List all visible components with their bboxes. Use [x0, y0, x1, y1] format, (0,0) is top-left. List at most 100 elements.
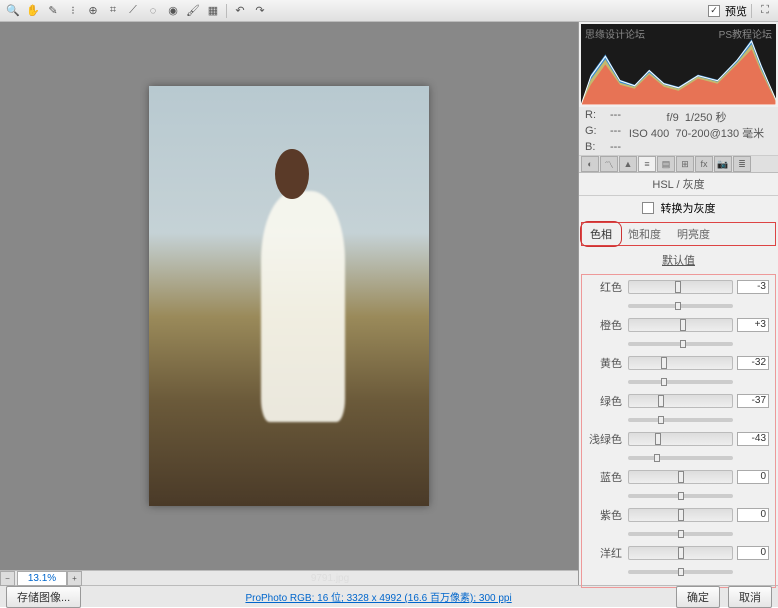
panel-title: HSL / 灰度	[579, 173, 778, 196]
slider-thumb[interactable]	[678, 509, 684, 521]
tab-luminance[interactable]: 明亮度	[669, 223, 718, 245]
slider-group: 红色 -3橙色 +3黄色 -32绿色 -37浅绿色 -43蓝色 0紫色 0洋红 …	[581, 274, 776, 588]
slider-handle[interactable]	[678, 492, 684, 500]
redeye-icon[interactable]: ◉	[164, 2, 182, 20]
slider-rail[interactable]	[628, 418, 733, 422]
slider-handle[interactable]	[678, 568, 684, 576]
slider-track[interactable]	[628, 394, 733, 408]
canvas-footer: − 13.1% + 9791.jpg	[0, 570, 578, 585]
slider-rail[interactable]	[628, 532, 733, 536]
tab-camera-icon[interactable]: 📷	[714, 156, 732, 172]
tab-hsl-icon[interactable]: ≡	[638, 156, 656, 172]
separator	[226, 4, 227, 18]
slider-thumb[interactable]	[661, 357, 667, 369]
slider-track[interactable]	[628, 508, 733, 522]
slider-value[interactable]: 0	[737, 546, 769, 560]
slider-handle[interactable]	[661, 378, 667, 386]
slider-handle[interactable]	[654, 454, 660, 462]
crop-icon[interactable]: ⌗	[104, 2, 122, 20]
spot-icon[interactable]: ◌	[144, 2, 162, 20]
done-button[interactable]: 确定	[676, 586, 720, 608]
slider-thumb[interactable]	[655, 433, 661, 445]
sampler-icon[interactable]: ⁝	[64, 2, 82, 20]
footer-bar: 存储图像... ProPhoto RGB; 16 位; 3328 x 4992 …	[0, 585, 778, 607]
tab-basic-icon[interactable]: ◐	[581, 156, 599, 172]
separator	[751, 4, 752, 18]
brush-icon[interactable]: 🖌	[184, 2, 202, 20]
tab-lens-icon[interactable]: ⊞	[676, 156, 694, 172]
slider-rail[interactable]	[628, 456, 733, 460]
slider-value[interactable]: -32	[737, 356, 769, 370]
preview-checkbox[interactable]: ✓	[708, 5, 720, 17]
rotate-ccw-icon[interactable]: ↶	[231, 2, 249, 20]
rotate-cw-icon[interactable]: ↷	[251, 2, 269, 20]
zoom-icon[interactable]: 🔍	[4, 2, 22, 20]
watermark: PS教程论坛	[719, 26, 772, 41]
slider-track[interactable]	[628, 470, 733, 484]
tab-detail-icon[interactable]: ▲	[619, 156, 637, 172]
cancel-button[interactable]: 取消	[728, 586, 772, 608]
slider-value[interactable]: 0	[737, 470, 769, 484]
hand-icon[interactable]: ✋	[24, 2, 42, 20]
exif-info: R:---f/9 1/250 秒 G:---ISO 400 70-200@130…	[579, 107, 778, 156]
slider-rail[interactable]	[628, 342, 733, 346]
slider-label: 蓝色	[588, 469, 628, 485]
slider-handle[interactable]	[658, 416, 664, 424]
tab-fx-icon[interactable]: fx	[695, 156, 713, 172]
tab-curve-icon[interactable]: 〽	[600, 156, 618, 172]
slider-label: 洋红	[588, 545, 628, 561]
slider-value[interactable]: +3	[737, 318, 769, 332]
preview-label: 预览	[725, 3, 747, 19]
slider-thumb[interactable]	[675, 281, 681, 293]
tab-hue[interactable]: 色相	[582, 223, 620, 245]
slider-handle[interactable]	[675, 302, 681, 310]
slider-label: 绿色	[588, 393, 628, 409]
top-toolbar: 🔍 ✋ ✎ ⁝ ⊕ ⌗ ⟋ ◌ ◉ 🖌 ▦ ↶ ↷ ✓ 预览 ⛶	[0, 0, 778, 22]
slider-track[interactable]	[628, 546, 733, 560]
straighten-icon[interactable]: ⟋	[124, 2, 142, 20]
hsl-subtabs: 色相 饱和度 明亮度	[581, 222, 776, 246]
slider-value[interactable]: -3	[737, 280, 769, 294]
tab-preset-icon[interactable]: ≣	[733, 156, 751, 172]
eyedropper-icon[interactable]: ✎	[44, 2, 62, 20]
slider-rail[interactable]	[628, 570, 733, 574]
slider-thumb[interactable]	[680, 319, 686, 331]
zoom-in-icon[interactable]: +	[67, 571, 82, 586]
slider-value[interactable]: -37	[737, 394, 769, 408]
grayscale-checkbox[interactable]	[642, 202, 654, 214]
slider-track[interactable]	[628, 280, 733, 294]
slider-value[interactable]: -43	[737, 432, 769, 446]
tab-split-icon[interactable]: ▤	[657, 156, 675, 172]
r-label: R:	[585, 109, 610, 125]
slider-handle[interactable]	[678, 530, 684, 538]
zoom-out-icon[interactable]: −	[0, 571, 15, 586]
slider-label: 浅绿色	[588, 431, 628, 447]
slider-rail[interactable]	[628, 494, 733, 498]
slider-track[interactable]	[628, 432, 733, 446]
fullscreen-icon[interactable]: ⛶	[756, 2, 774, 20]
target-icon[interactable]: ⊕	[84, 2, 102, 20]
slider-value[interactable]: 0	[737, 508, 769, 522]
zoom-input[interactable]: 13.1%	[17, 571, 67, 586]
slider-rail[interactable]	[628, 304, 733, 308]
slider-rail[interactable]	[628, 380, 733, 384]
g-label: G:	[585, 125, 610, 141]
save-button[interactable]: 存储图像...	[6, 586, 81, 608]
slider-track[interactable]	[628, 356, 733, 370]
slider-handle[interactable]	[680, 340, 686, 348]
canvas-area: − 13.1% + 9791.jpg	[0, 22, 578, 585]
slider-thumb[interactable]	[678, 547, 684, 559]
gradient-icon[interactable]: ▦	[204, 2, 222, 20]
tab-saturation[interactable]: 饱和度	[620, 223, 669, 245]
slider-label: 黄色	[588, 355, 628, 371]
slider-thumb[interactable]	[678, 471, 684, 483]
slider-thumb[interactable]	[658, 395, 664, 407]
image-info[interactable]: ProPhoto RGB; 16 位; 3328 x 4992 (16.6 百万…	[89, 589, 668, 604]
slider-track[interactable]	[628, 318, 733, 332]
slider-label: 红色	[588, 279, 628, 295]
b-label: B:	[585, 141, 610, 153]
histogram: 思缘设计论坛 PS教程论坛	[581, 24, 776, 105]
default-link[interactable]: 默认值	[579, 248, 778, 272]
grayscale-label: 转换为灰度	[661, 200, 716, 216]
image-canvas[interactable]	[0, 22, 578, 570]
